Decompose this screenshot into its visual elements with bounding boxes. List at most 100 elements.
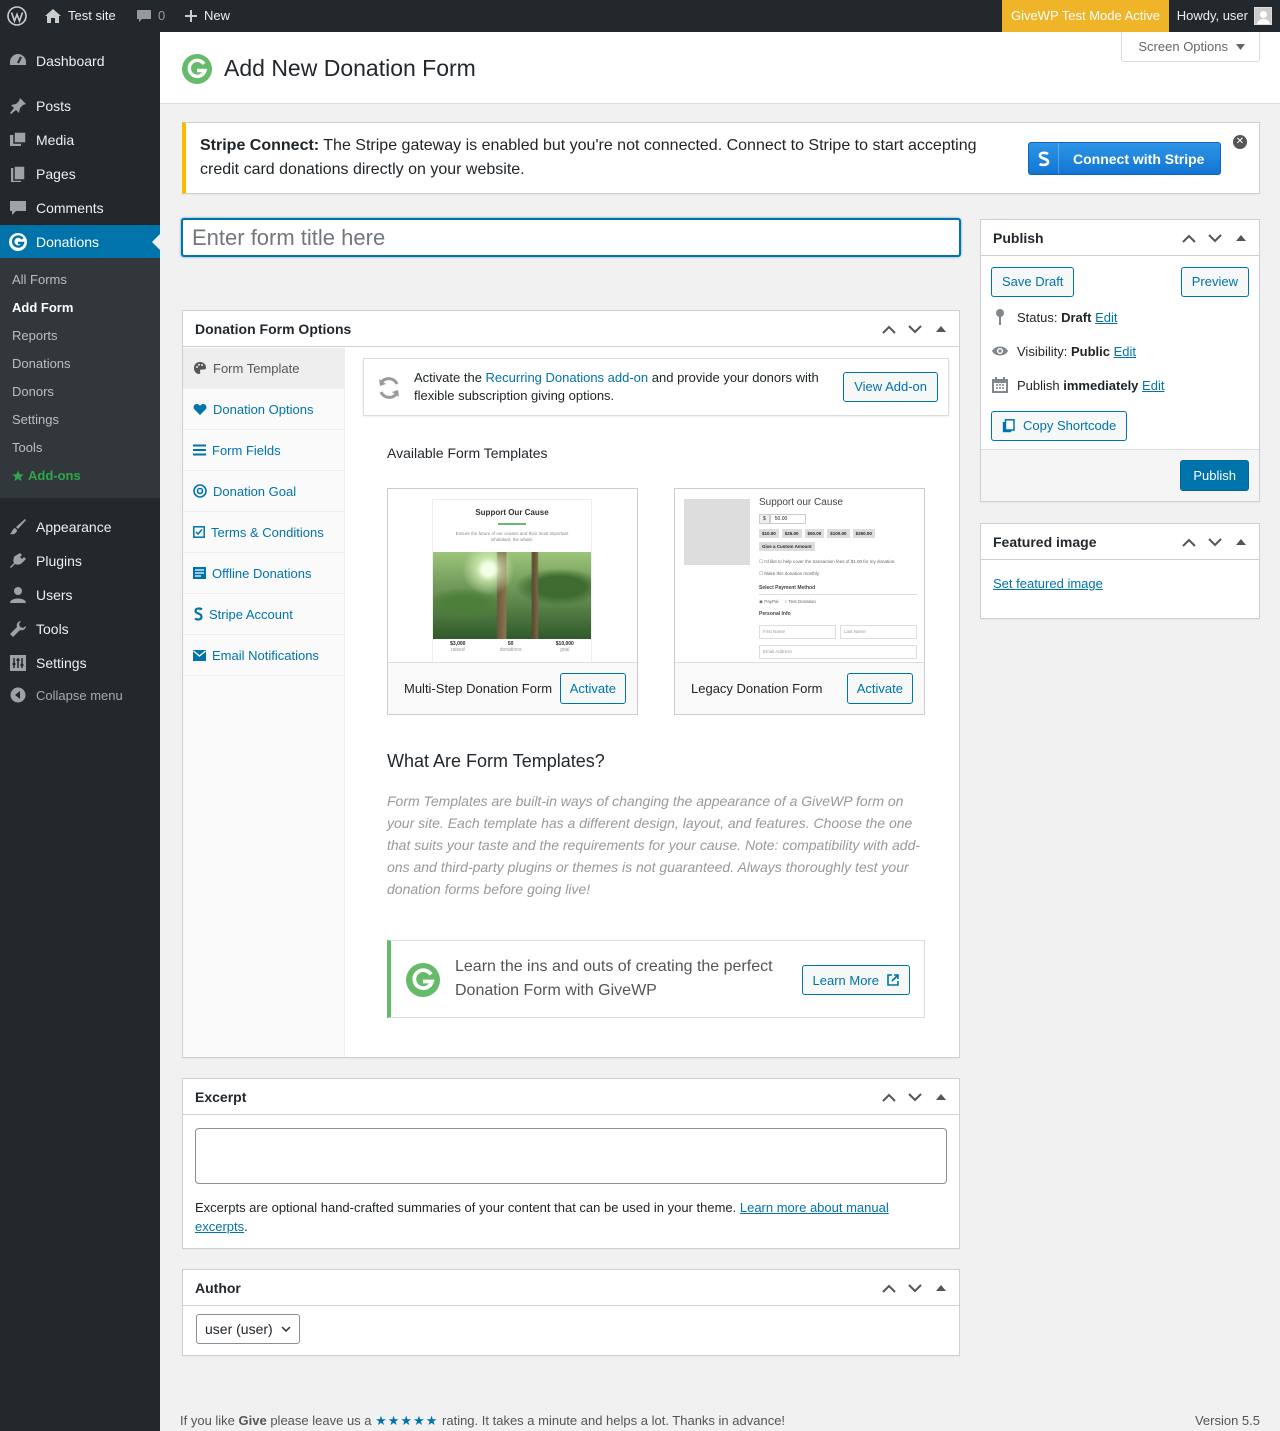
dashboard-icon <box>0 52 36 70</box>
site-name-link[interactable]: Test site <box>44 0 116 32</box>
toggle-panel-icon[interactable] <box>933 1089 949 1105</box>
howdy-text: Howdy, user <box>1176 8 1248 23</box>
tab-terms-conditions[interactable]: Terms & Conditions <box>183 512 344 553</box>
move-down-icon[interactable] <box>907 321 923 337</box>
new-content-link[interactable]: New <box>184 0 230 32</box>
view-addon-button[interactable]: View Add-on <box>843 372 938 402</box>
submenu-add-form[interactable]: Add Form <box>12 300 73 315</box>
tab-email-notifications[interactable]: Email Notifications <box>183 635 344 676</box>
tab-donation-goal[interactable]: Donation Goal <box>183 471 344 512</box>
visibility-row: Visibility: Public Edit <box>991 342 1136 360</box>
submenu-donations[interactable]: Donations <box>12 356 71 371</box>
sidebar-item-tools[interactable]: Tools <box>0 612 160 646</box>
level-button: $100.00 <box>827 529 850 538</box>
move-up-icon[interactable] <box>881 1089 897 1105</box>
wordpress-logo-icon[interactable] <box>7 0 27 32</box>
submenu-tools[interactable]: Tools <box>12 440 42 455</box>
status-row: Status: Draft Edit <box>991 308 1117 326</box>
method-label: Test Donation <box>788 599 816 604</box>
move-up-icon[interactable] <box>1181 230 1197 246</box>
version-text: Version 5.5 <box>1194 1413 1260 1428</box>
publish-header: Publish <box>981 220 1259 256</box>
stat-goal: $10,000 goal <box>556 641 574 653</box>
submenu-reports[interactable]: Reports <box>12 328 58 343</box>
legacy-payment-heading: Select Payment Method <box>759 585 816 591</box>
form-title-input[interactable] <box>181 218 961 257</box>
level-button: $250.00 <box>852 529 875 538</box>
tab-form-fields[interactable]: Form Fields <box>183 430 344 471</box>
legacy-payment-methods: ◉ PayPal ○ Test Donation <box>759 599 816 605</box>
excerpt-help-text: Excerpts are optional hand-crafted summa… <box>195 1198 915 1236</box>
toggle-panel-icon[interactable] <box>1233 534 1249 550</box>
move-down-icon[interactable] <box>907 1089 923 1105</box>
sidebar-item-users[interactable]: Users <box>0 578 160 612</box>
admin-bar: Test site 0 New GiveWP Test Mode Active … <box>0 0 1280 32</box>
learn-more-label: Learn More <box>812 972 879 988</box>
notice-bold: Stripe Connect: <box>200 137 320 154</box>
user-menu[interactable]: Howdy, user <box>1177 0 1272 32</box>
edit-publish-date-link[interactable]: Edit <box>1142 378 1164 393</box>
sidebar-item-posts[interactable]: Posts <box>0 89 160 123</box>
test-mode-badge[interactable]: GiveWP Test Mode Active <box>1002 0 1169 32</box>
edit-status-link[interactable]: Edit <box>1095 310 1117 325</box>
move-down-icon[interactable] <box>907 1280 923 1296</box>
publish-button[interactable]: Publish <box>1180 460 1249 491</box>
sidebar-item-plugins[interactable]: Plugins <box>0 544 160 578</box>
collapse-menu-button[interactable]: Collapse menu <box>0 682 160 708</box>
sidebar-item-label: Donations <box>36 234 100 250</box>
move-up-icon[interactable] <box>1181 534 1197 550</box>
available-templates-title: Available Form Templates <box>387 445 548 461</box>
preview-button[interactable]: Preview <box>1180 267 1249 297</box>
submenu-settings[interactable]: Settings <box>12 412 59 427</box>
template-card-multi-step[interactable]: Support Our Cause Ensure the future of o… <box>387 488 638 715</box>
submenu-add-ons[interactable]: Add-ons <box>12 468 81 483</box>
connect-stripe-button[interactable]: Connect with Stripe <box>1028 142 1221 175</box>
activate-multi-step-button[interactable]: Activate <box>559 673 626 704</box>
palette-icon <box>194 362 206 374</box>
currency-symbol: $ <box>759 514 770 524</box>
toggle-panel-icon[interactable] <box>933 1280 949 1296</box>
sidebar-item-pages[interactable]: Pages <box>0 157 160 191</box>
legacy-divider <box>759 594 917 595</box>
template-card-legacy[interactable]: Support our Cause $ 50.00 $10.00 $25.00 … <box>674 488 925 715</box>
submenu-donors[interactable]: Donors <box>12 384 54 399</box>
excerpt-help: Excerpts are optional hand-crafted summa… <box>195 1200 740 1215</box>
move-up-icon[interactable] <box>881 1280 897 1296</box>
refresh-icon <box>376 375 402 404</box>
screen-options-button[interactable]: Screen Options <box>1121 32 1260 62</box>
move-down-icon[interactable] <box>1207 230 1223 246</box>
rating-stars-link[interactable]: ★★★★★ <box>375 1413 438 1428</box>
donation-form-options-header: Donation Form Options <box>183 311 959 347</box>
copy-shortcode-button[interactable]: Copy Shortcode <box>991 411 1128 441</box>
recurring-addon-link[interactable]: Recurring Donations add-on <box>486 370 649 385</box>
move-up-icon[interactable] <box>881 321 897 337</box>
submenu-all-forms[interactable]: All Forms <box>12 272 67 287</box>
comments-link[interactable]: 0 <box>136 0 165 32</box>
dismiss-notice-icon[interactable]: ✕ <box>1233 135 1247 149</box>
sidebar-item-media[interactable]: Media <box>0 123 160 157</box>
toggle-panel-icon[interactable] <box>933 321 949 337</box>
tab-offline-donations[interactable]: Offline Donations <box>183 553 344 594</box>
save-draft-button[interactable]: Save Draft <box>991 267 1075 297</box>
postbox-title: Featured image <box>993 533 1097 550</box>
learn-more-button[interactable]: Learn More <box>801 965 910 995</box>
postbox-title: Author <box>195 1279 241 1296</box>
sidebar-item-dashboard[interactable]: Dashboard <box>0 44 160 78</box>
tab-donation-options[interactable]: Donation Options <box>183 389 344 430</box>
template-name: Multi-Step Donation Form <box>404 681 553 696</box>
sidebar-item-comments[interactable]: Comments <box>0 191 160 225</box>
tab-stripe-account[interactable]: Stripe Account <box>183 594 344 635</box>
activate-legacy-button[interactable]: Activate <box>846 673 913 704</box>
move-down-icon[interactable] <box>1207 534 1223 550</box>
author-select[interactable]: user (user) <box>196 1314 300 1344</box>
legacy-last-name: Last Name <box>840 625 917 639</box>
offline-icon <box>193 567 206 579</box>
tab-form-template[interactable]: Form Template <box>183 348 344 389</box>
sidebar-item-donations[interactable]: Donations <box>0 225 160 259</box>
sidebar-item-settings[interactable]: Settings <box>0 646 160 680</box>
set-featured-image-link[interactable]: Set featured image <box>993 576 1103 591</box>
excerpt-textarea[interactable] <box>195 1128 947 1184</box>
sidebar-item-appearance[interactable]: Appearance <box>0 510 160 544</box>
edit-visibility-link[interactable]: Edit <box>1114 344 1136 359</box>
toggle-panel-icon[interactable] <box>1233 230 1249 246</box>
